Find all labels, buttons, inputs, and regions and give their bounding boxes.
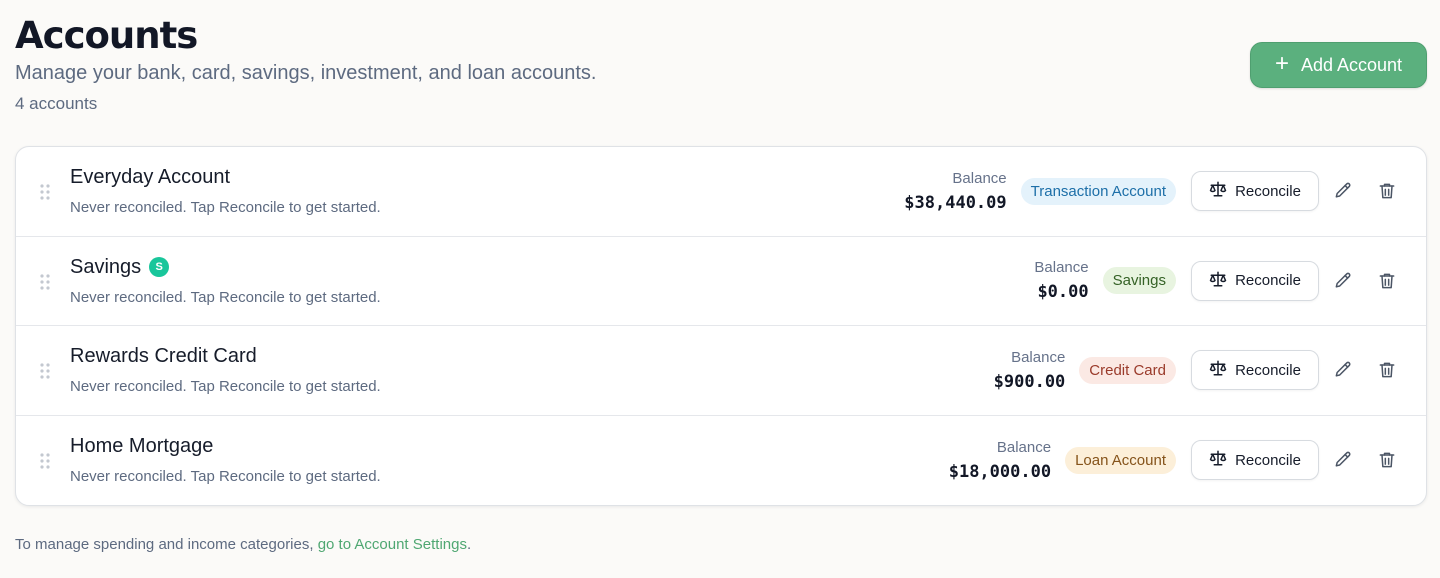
- balance-label: Balance: [1011, 348, 1066, 366]
- trash-icon[interactable]: [1374, 357, 1400, 383]
- trash-icon[interactable]: [1374, 178, 1400, 204]
- account-name-line: Rewards Credit Card: [70, 343, 381, 369]
- scale-icon: [1209, 449, 1227, 471]
- account-actions: Balance $0.00 Savings Reconcile: [1034, 237, 1426, 326]
- balance-label: Balance: [952, 169, 1007, 187]
- trash-icon[interactable]: [1374, 447, 1400, 473]
- plus-icon: +: [1274, 50, 1289, 77]
- reconcile-button[interactable]: Reconcile: [1191, 350, 1319, 391]
- add-account-label: Add Account: [1300, 54, 1403, 75]
- account-type-badge: Credit Card: [1079, 356, 1176, 384]
- drag-handle-icon[interactable]: [40, 363, 50, 379]
- pencil-icon[interactable]: [1330, 357, 1356, 383]
- add-account-button[interactable]: + Add Account: [1250, 42, 1427, 88]
- reconcile-label: Reconcile: [1235, 182, 1301, 200]
- page-header: Accounts Manage your bank, card, savings…: [15, 14, 596, 115]
- account-name-line: Everyday Account: [70, 164, 381, 190]
- savings-status-badge: S: [149, 256, 170, 277]
- account-actions: Balance $38,440.09 Transaction Account R…: [904, 147, 1426, 236]
- footer-suffix: .: [466, 536, 472, 553]
- footer-text: To manage spending and income categories…: [15, 536, 318, 553]
- reconcile-status: Never reconciled. Tap Reconcile to get s…: [70, 288, 381, 306]
- balance-block: Balance $0.00: [1034, 258, 1088, 303]
- reconcile-button[interactable]: Reconcile: [1191, 440, 1319, 481]
- reconcile-status: Never reconciled. Tap Reconcile to get s…: [70, 467, 381, 485]
- account-row: Home Mortgage Never reconciled. Tap Reco…: [16, 416, 1426, 506]
- reconcile-label: Reconcile: [1235, 272, 1301, 290]
- account-name: Savings: [70, 255, 142, 278]
- balance-label: Balance: [996, 438, 1052, 456]
- scale-icon: [1209, 359, 1227, 381]
- accounts-list: Everyday Account Never reconciled. Tap R…: [15, 146, 1427, 506]
- account-info: Home Mortgage Never reconciled. Tap Reco…: [70, 433, 381, 486]
- scale-icon: [1209, 180, 1227, 202]
- pencil-icon[interactable]: [1330, 268, 1356, 294]
- account-name: Rewards Credit Card: [70, 345, 257, 367]
- balance-block: Balance $900.00: [994, 348, 1066, 393]
- balance-value: $38,440.09: [904, 192, 1007, 213]
- reconcile-status: Never reconciled. Tap Reconcile to get s…: [70, 199, 381, 216]
- drag-handle-icon[interactable]: [40, 273, 50, 290]
- page-title: Accounts: [15, 14, 198, 57]
- drag-handle-icon[interactable]: [40, 452, 50, 469]
- accounts-page: Accounts Manage your bank, card, savings…: [0, 0, 1440, 578]
- account-row: Savings S Never reconciled. Tap Reconcil…: [16, 237, 1426, 326]
- reconcile-button[interactable]: Reconcile: [1191, 171, 1319, 212]
- account-info: Rewards Credit Card Never reconciled. Ta…: [70, 343, 381, 396]
- page-subtitle: Manage your bank, card, savings, investm…: [15, 62, 597, 84]
- drag-handle-icon[interactable]: [40, 184, 50, 200]
- account-count: 4 accounts: [15, 94, 98, 113]
- balance-block: Balance $38,440.09: [904, 169, 1006, 214]
- reconcile-status: Never reconciled. Tap Reconcile to get s…: [70, 378, 381, 395]
- account-settings-link[interactable]: go to Account Settings: [318, 536, 467, 553]
- account-info: Savings S Never reconciled. Tap Reconcil…: [70, 254, 381, 307]
- account-name: Everyday Account: [70, 166, 231, 188]
- account-type-badge: Savings: [1102, 267, 1176, 295]
- account-actions: Balance $18,000.00 Loan Account Reconcil…: [949, 416, 1426, 506]
- balance-value: $18,000.00: [948, 461, 1052, 482]
- pencil-icon[interactable]: [1330, 178, 1356, 204]
- balance-block: Balance $18,000.00: [949, 438, 1051, 483]
- account-type-badge: Transaction Account: [1020, 177, 1176, 205]
- balance-value: $900.00: [993, 371, 1066, 392]
- account-name-line: Home Mortgage: [70, 433, 381, 459]
- account-row: Everyday Account Never reconciled. Tap R…: [16, 147, 1426, 237]
- account-info: Everyday Account Never reconciled. Tap R…: [70, 164, 381, 217]
- reconcile-label: Reconcile: [1235, 451, 1301, 469]
- trash-icon[interactable]: [1374, 268, 1400, 294]
- account-actions: Balance $900.00 Credit Card Reconcile: [994, 326, 1426, 415]
- balance-label: Balance: [1034, 259, 1089, 277]
- account-name: Home Mortgage: [70, 434, 214, 457]
- account-type-badge: Loan Account: [1065, 446, 1176, 474]
- account-row: Rewards Credit Card Never reconciled. Ta…: [16, 326, 1426, 416]
- account-name-line: Savings S: [70, 254, 381, 280]
- reconcile-button[interactable]: Reconcile: [1191, 260, 1319, 301]
- reconcile-label: Reconcile: [1235, 361, 1301, 379]
- footer-note: To manage spending and income categories…: [15, 536, 471, 553]
- balance-value: $0.00: [1037, 282, 1089, 303]
- scale-icon: [1209, 270, 1227, 292]
- pencil-icon[interactable]: [1330, 447, 1356, 473]
